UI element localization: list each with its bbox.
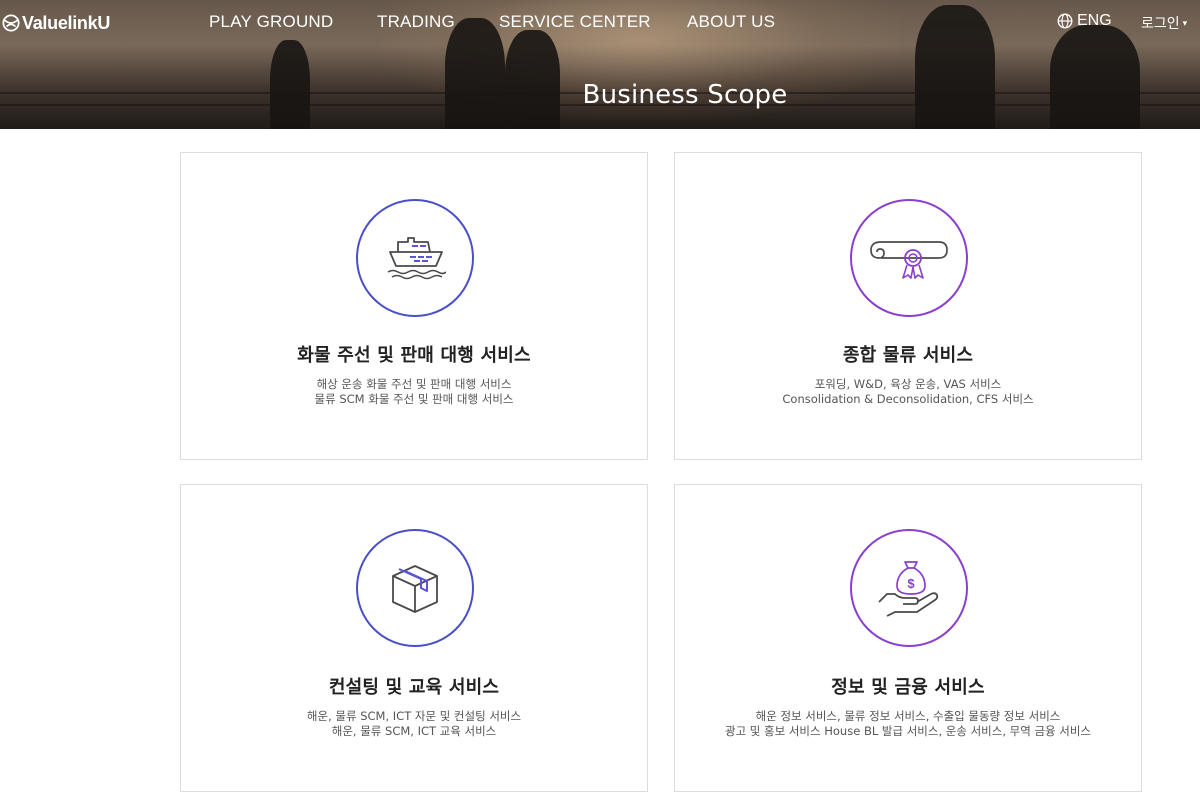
card-title: 종합 물류 서비스 [842, 345, 974, 366]
page-title: Business Scope [582, 80, 788, 110]
card-desc-line: Consolidation & Deconsolidation, CFS 서비스 [782, 392, 1034, 406]
login-dropdown[interactable]: 로그인 ▾ [1141, 13, 1187, 33]
card-desc-line: 해운, 물류 SCM, ICT 자문 및 컨설팅 서비스 [306, 709, 522, 723]
icon-circle [850, 199, 968, 317]
certificate-icon [870, 241, 948, 279]
nav-play-ground[interactable]: PLAY GROUND [209, 12, 333, 32]
nav-trading[interactable]: TRADING [377, 12, 455, 32]
card-desc-line: 물류 SCM 화물 주선 및 판매 대행 서비스 [314, 392, 514, 406]
language-label: ENG [1077, 12, 1112, 29]
nav-about-us[interactable]: ABOUT US [687, 12, 775, 32]
icon-circle [356, 199, 474, 317]
service-card-freight[interactable]: 화물 주선 및 판매 대행 서비스 해상 운송 화물 주선 및 판매 대행 서비… [180, 152, 648, 460]
card-desc-line: 해운 정보 서비스, 물류 정보 서비스, 수출입 물동량 정보 서비스 [755, 709, 1061, 723]
nav-service-center[interactable]: SERVICE CENTER [499, 12, 651, 32]
service-card-consulting[interactable]: 컨설팅 및 교육 서비스 해운, 물류 SCM, ICT 자문 및 컨설팅 서비… [180, 484, 648, 792]
icon-circle: $ [850, 529, 968, 647]
card-description: 포워딩, W&D, 육상 운송, VAS 서비스 Consolidation &… [675, 377, 1141, 407]
card-title: 화물 주선 및 판매 대행 서비스 [297, 345, 531, 366]
package-icon [392, 565, 438, 613]
globe-icon [1057, 13, 1073, 29]
card-desc-line: 포워딩, W&D, 육상 운송, VAS 서비스 [814, 377, 1002, 391]
card-desc-line: 해상 운송 화물 주선 및 판매 대행 서비스 [316, 377, 512, 391]
card-description: 해상 운송 화물 주선 및 판매 대행 서비스 물류 SCM 화물 주선 및 판… [181, 377, 647, 407]
svg-text:$: $ [907, 576, 915, 591]
card-description: 해운 정보 서비스, 물류 정보 서비스, 수출입 물동량 정보 서비스 광고 … [675, 709, 1141, 739]
card-desc-line: 해운, 물류 SCM, ICT 교육 서비스 [331, 724, 497, 738]
icon-circle [356, 529, 474, 647]
card-title: 컨설팅 및 교육 서비스 [328, 677, 500, 698]
ship-icon [387, 237, 446, 280]
main-nav: PLAY GROUND TRADING SERVICE CENTER ABOUT… [0, 12, 1200, 34]
service-card-logistics[interactable]: 종합 물류 서비스 포워딩, W&D, 육상 운송, VAS 서비스 Conso… [674, 152, 1142, 460]
login-label: 로그인 [1141, 16, 1180, 32]
service-card-finance[interactable]: $ 정보 및 금융 서비스 해운 정보 서비스, 물류 정보 서비스, 수출입 … [674, 484, 1142, 792]
language-selector[interactable]: ENG [1057, 12, 1112, 30]
card-description: 해운, 물류 SCM, ICT 자문 및 컨설팅 서비스 해운, 물류 SCM,… [181, 709, 647, 739]
card-title: 정보 및 금융 서비스 [831, 677, 985, 698]
caret-down-icon: ▾ [1182, 19, 1188, 29]
card-desc-line: 광고 및 홍보 서비스 House BL 발급 서비스, 운송 서비스, 무역 … [724, 724, 1091, 738]
money-bag-hand-icon: $ [878, 561, 939, 617]
